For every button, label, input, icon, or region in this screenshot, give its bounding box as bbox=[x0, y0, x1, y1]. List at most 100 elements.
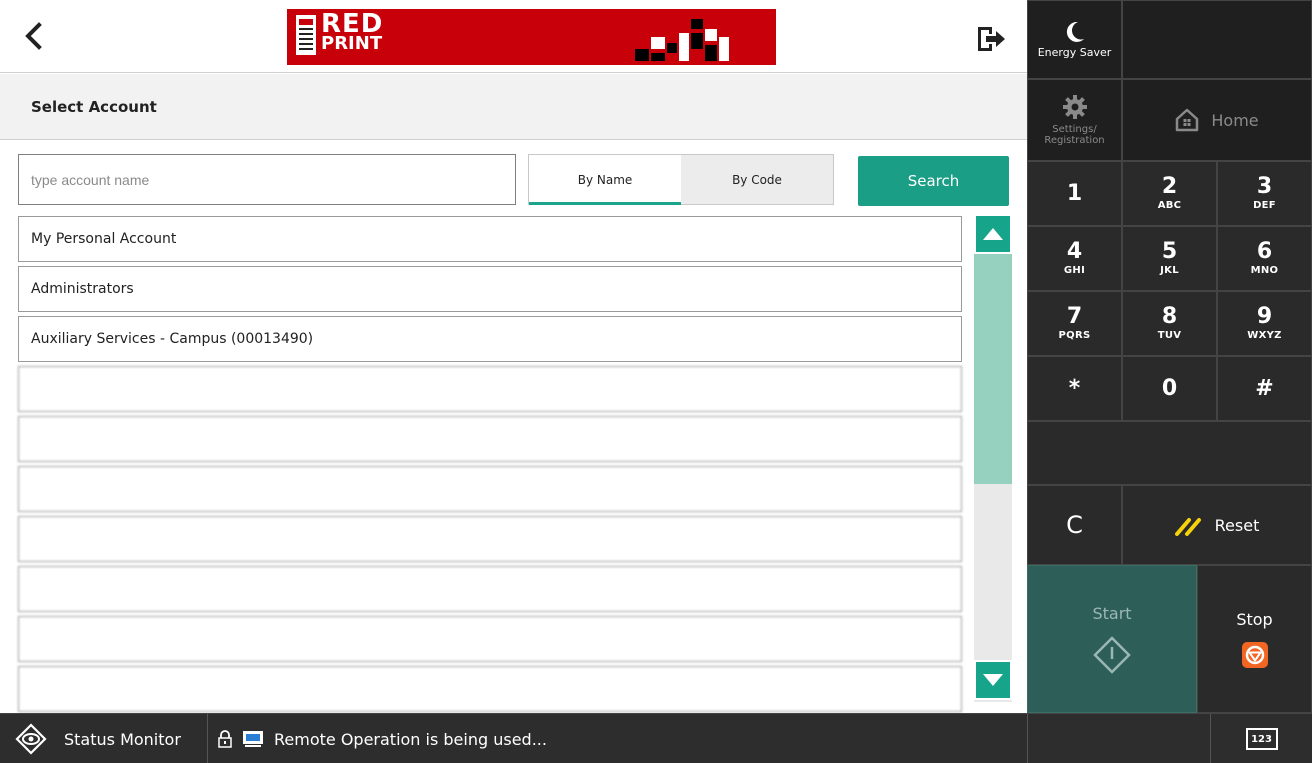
keypad-spacer bbox=[1027, 421, 1312, 485]
key-letters: DEF bbox=[1253, 200, 1276, 211]
start-label: Start bbox=[1092, 603, 1132, 623]
scrollbar-thumb[interactable] bbox=[974, 254, 1012, 484]
scroll-down-button[interactable] bbox=[974, 660, 1012, 700]
control-panel: Energy Saver Settings/ Registration Home… bbox=[1027, 0, 1312, 713]
keypad-key-8[interactable]: 8 TUV bbox=[1122, 291, 1217, 356]
search-button[interactable]: Search bbox=[858, 156, 1009, 206]
key-letters: GHI bbox=[1063, 265, 1086, 276]
account-list-item[interactable]: Administrators bbox=[18, 266, 962, 312]
clear-key[interactable]: C bbox=[1027, 485, 1122, 565]
page-title: Select Account bbox=[31, 98, 157, 116]
key-digit: 3 bbox=[1256, 174, 1273, 199]
key-digit: 6 bbox=[1256, 239, 1273, 264]
statusbar-divider bbox=[1027, 714, 1028, 763]
triangle-up-icon bbox=[983, 228, 1003, 240]
keypad-key-6[interactable]: 6 MNO bbox=[1217, 226, 1312, 291]
reset-label: Reset bbox=[1214, 515, 1260, 535]
scroll-up-button[interactable] bbox=[974, 214, 1012, 254]
keypad-key-9[interactable]: 9 WXYZ bbox=[1217, 291, 1312, 356]
gear-icon bbox=[1062, 95, 1087, 119]
banner-wordmark: RED PRINT bbox=[321, 11, 383, 53]
account-list-item[interactable]: My Personal Account bbox=[18, 216, 962, 262]
key-letters: ABC bbox=[1157, 200, 1182, 211]
keypad-key-hash[interactable]: # bbox=[1217, 356, 1312, 421]
home-button[interactable]: Home bbox=[1122, 79, 1312, 161]
stop-button[interactable]: Stop bbox=[1197, 565, 1312, 713]
home-label: Home bbox=[1211, 110, 1259, 130]
key-letters: JKL bbox=[1160, 265, 1179, 276]
tab-by-code[interactable]: By Code bbox=[681, 155, 833, 204]
logout-button[interactable] bbox=[974, 22, 1008, 56]
key-digit: 7 bbox=[1066, 304, 1083, 329]
energy-saver-label: Energy Saver bbox=[1037, 46, 1112, 59]
account-list-item[interactable]: Auxiliary Services - Campus (00013490) bbox=[18, 316, 962, 362]
banner-pattern-graphic bbox=[635, 19, 771, 61]
key-letters: TUV bbox=[1157, 330, 1182, 341]
clear-label: C bbox=[1066, 511, 1083, 539]
stop-icon bbox=[1241, 641, 1268, 668]
key-digit: 9 bbox=[1256, 304, 1273, 329]
account-list-item[interactable] bbox=[18, 416, 962, 462]
key-digit: 2 bbox=[1161, 174, 1178, 199]
search-mode-toggle: By Name By Code bbox=[528, 154, 834, 205]
account-search-input[interactable] bbox=[18, 154, 516, 205]
account-list: My Personal Account Administrators Auxil… bbox=[0, 212, 1027, 712]
status-message: Remote Operation is being used... bbox=[274, 729, 547, 749]
keypad-key-0[interactable]: 0 bbox=[1122, 356, 1217, 421]
status-message-area: Remote Operation is being used... bbox=[218, 714, 547, 763]
key-digit: 4 bbox=[1066, 239, 1083, 264]
keypad-key-4[interactable]: 4 GHI bbox=[1027, 226, 1122, 291]
header-bar: Select Account bbox=[0, 74, 1027, 140]
key-digit: * bbox=[1068, 375, 1081, 401]
key-digit: 8 bbox=[1161, 304, 1178, 329]
account-list-item[interactable] bbox=[18, 466, 962, 512]
status-monitor-label: Status Monitor bbox=[64, 729, 181, 749]
device-screen: RED PRINT Select Account type account na… bbox=[0, 0, 1312, 763]
main-area: RED PRINT Select Account type account na… bbox=[0, 0, 1027, 713]
settings-registration-label: Settings/ Registration bbox=[1044, 124, 1105, 146]
logout-icon bbox=[978, 27, 1005, 51]
start-button[interactable]: Start bbox=[1027, 565, 1197, 713]
reset-button[interactable]: Reset bbox=[1122, 485, 1312, 565]
stop-label: Stop bbox=[1236, 609, 1273, 629]
remote-monitor-icon bbox=[243, 731, 263, 747]
keypad-key-3[interactable]: 3 DEF bbox=[1217, 161, 1312, 226]
chevron-left-icon bbox=[25, 22, 42, 50]
keypad-key-5[interactable]: 5 JKL bbox=[1122, 226, 1217, 291]
key-digit: 1 bbox=[1066, 180, 1083, 206]
reset-slash-icon bbox=[1174, 518, 1201, 536]
status-bar: Status Monitor Remote Operation is being… bbox=[0, 713, 1312, 763]
keypad-key-star[interactable]: * bbox=[1027, 356, 1122, 421]
keypad-key-2[interactable]: 2 ABC bbox=[1122, 161, 1217, 226]
account-list-item[interactable] bbox=[18, 566, 962, 612]
key-letters: MNO bbox=[1250, 265, 1279, 276]
key-digit: # bbox=[1255, 375, 1274, 401]
moon-icon bbox=[1066, 21, 1084, 42]
account-list-item[interactable] bbox=[18, 516, 962, 562]
settings-registration-button[interactable]: Settings/ Registration bbox=[1027, 79, 1122, 161]
key-digit: 0 bbox=[1161, 375, 1178, 401]
keypad-key-7[interactable]: 7 PQRS bbox=[1027, 291, 1122, 356]
keypad-key-1[interactable]: 1 bbox=[1027, 161, 1122, 226]
account-list-item[interactable] bbox=[18, 366, 962, 412]
triangle-down-icon bbox=[983, 674, 1003, 686]
key-digit: 5 bbox=[1161, 239, 1178, 264]
tab-by-name[interactable]: By Name bbox=[529, 155, 681, 205]
account-list-item[interactable] bbox=[18, 616, 962, 662]
keypad-toggle-button[interactable]: 123 bbox=[1210, 714, 1312, 763]
redprint-banner: RED PRINT bbox=[287, 9, 776, 65]
status-monitor-button[interactable]: Status Monitor bbox=[0, 714, 208, 763]
back-button[interactable] bbox=[14, 16, 54, 56]
status-monitor-icon bbox=[15, 723, 47, 755]
printer-logo-icon bbox=[296, 15, 316, 55]
keypad-toggle-label: 123 bbox=[1251, 733, 1272, 745]
home-icon bbox=[1176, 108, 1199, 132]
panel-blank-area bbox=[1122, 0, 1312, 79]
start-diamond-icon bbox=[1093, 635, 1131, 674]
lock-icon bbox=[218, 730, 232, 748]
energy-saver-button[interactable]: Energy Saver bbox=[1027, 0, 1122, 79]
top-bar: RED PRINT bbox=[0, 0, 1027, 73]
account-list-item[interactable] bbox=[18, 666, 962, 712]
banner-text-sub: PRINT bbox=[321, 33, 383, 54]
key-letters: WXYZ bbox=[1247, 330, 1282, 341]
